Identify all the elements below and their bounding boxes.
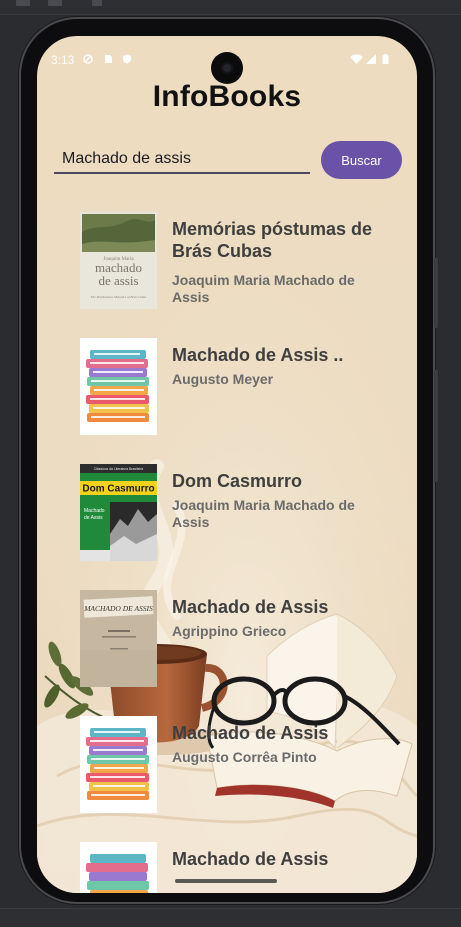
- book-author: Augusto Corrêa Pinto: [172, 749, 317, 765]
- sim-card-icon: [105, 55, 112, 63]
- svg-text:de Assis: de Assis: [84, 515, 103, 521]
- book-cover-image: [80, 842, 157, 893]
- app-title: InfoBooks: [152, 80, 302, 113]
- toolbar-icon[interactable]: [48, 0, 62, 6]
- list-item[interactable]: Joaquim Maria machado de assis The Posth…: [80, 212, 400, 312]
- app-screen: 3:13 InfoBooks Buscar Joaquim Maria mach…: [37, 36, 417, 893]
- book-title: Machado de Assis ..: [172, 345, 344, 365]
- book-author: Joaquim Maria Machado de Assis: [172, 272, 355, 305]
- svg-text:MACHADO DE ASSIS: MACHADO DE ASSIS: [83, 604, 153, 613]
- book-title: Machado de Assis: [172, 597, 329, 617]
- toolbar-icon[interactable]: [16, 0, 30, 6]
- book-cover-image: MACHADO DE ASSIS: [80, 590, 157, 687]
- list-item[interactable]: Machado de Assis .. Augusto Meyer: [80, 338, 400, 438]
- book-cover-image: [80, 338, 157, 435]
- book-title: Memórias póstumas de Brás Cubas: [172, 219, 373, 261]
- status-time: 3:13: [51, 53, 75, 67]
- emulator-toolbar: [0, 0, 461, 15]
- cellular-signal-icon: [366, 54, 376, 64]
- book-title: Dom Casmurro: [172, 471, 303, 491]
- book-author: Joaquim Maria Machado de Assis: [172, 497, 355, 530]
- list-item[interactable]: Machado de Assis Augusto Corrêa Pinto: [80, 716, 400, 816]
- shield-icon: [123, 54, 131, 64]
- search-input[interactable]: [54, 146, 310, 174]
- list-item[interactable]: Clássicos da Literatura Brasileira Dom C…: [80, 464, 400, 564]
- svg-text:Dom Casmurro: Dom Casmurro: [82, 484, 154, 495]
- emulator-footer: [0, 908, 461, 927]
- book-title: Machado de Assis: [172, 723, 329, 743]
- volume-button: [434, 370, 438, 482]
- book-title: Machado de Assis: [172, 849, 329, 869]
- toolbar-icon[interactable]: [92, 0, 102, 6]
- power-button: [434, 258, 438, 328]
- battery-icon: [382, 54, 389, 64]
- book-cover-image: [80, 716, 157, 813]
- wifi-icon: [350, 54, 363, 64]
- home-indicator[interactable]: [175, 879, 277, 883]
- list-item[interactable]: Machado de Assis: [80, 842, 400, 893]
- do-not-disturb-icon: [83, 54, 93, 64]
- list-item[interactable]: MACHADO DE ASSIS Machado de Assis Agripp…: [80, 590, 400, 690]
- svg-text:Clássicos da Literatura Brasil: Clássicos da Literatura Brasileira: [94, 467, 144, 471]
- book-list[interactable]: Joaquim Maria machado de assis The Posth…: [37, 206, 417, 893]
- book-author: Agrippino Grieco: [172, 623, 287, 639]
- svg-text:de assis: de assis: [98, 273, 138, 288]
- svg-text:Machado: Machado: [84, 508, 105, 514]
- search-button[interactable]: Buscar: [321, 141, 402, 179]
- book-cover-image: Clássicos da Literatura Brasileira Dom C…: [80, 464, 157, 561]
- book-cover-image: Joaquim Maria machado de assis The Posth…: [80, 212, 157, 309]
- book-author: Augusto Meyer: [172, 371, 274, 387]
- svg-text:The Posthumous Memoirs of Brás: The Posthumous Memoirs of Brás Cubas: [91, 295, 147, 299]
